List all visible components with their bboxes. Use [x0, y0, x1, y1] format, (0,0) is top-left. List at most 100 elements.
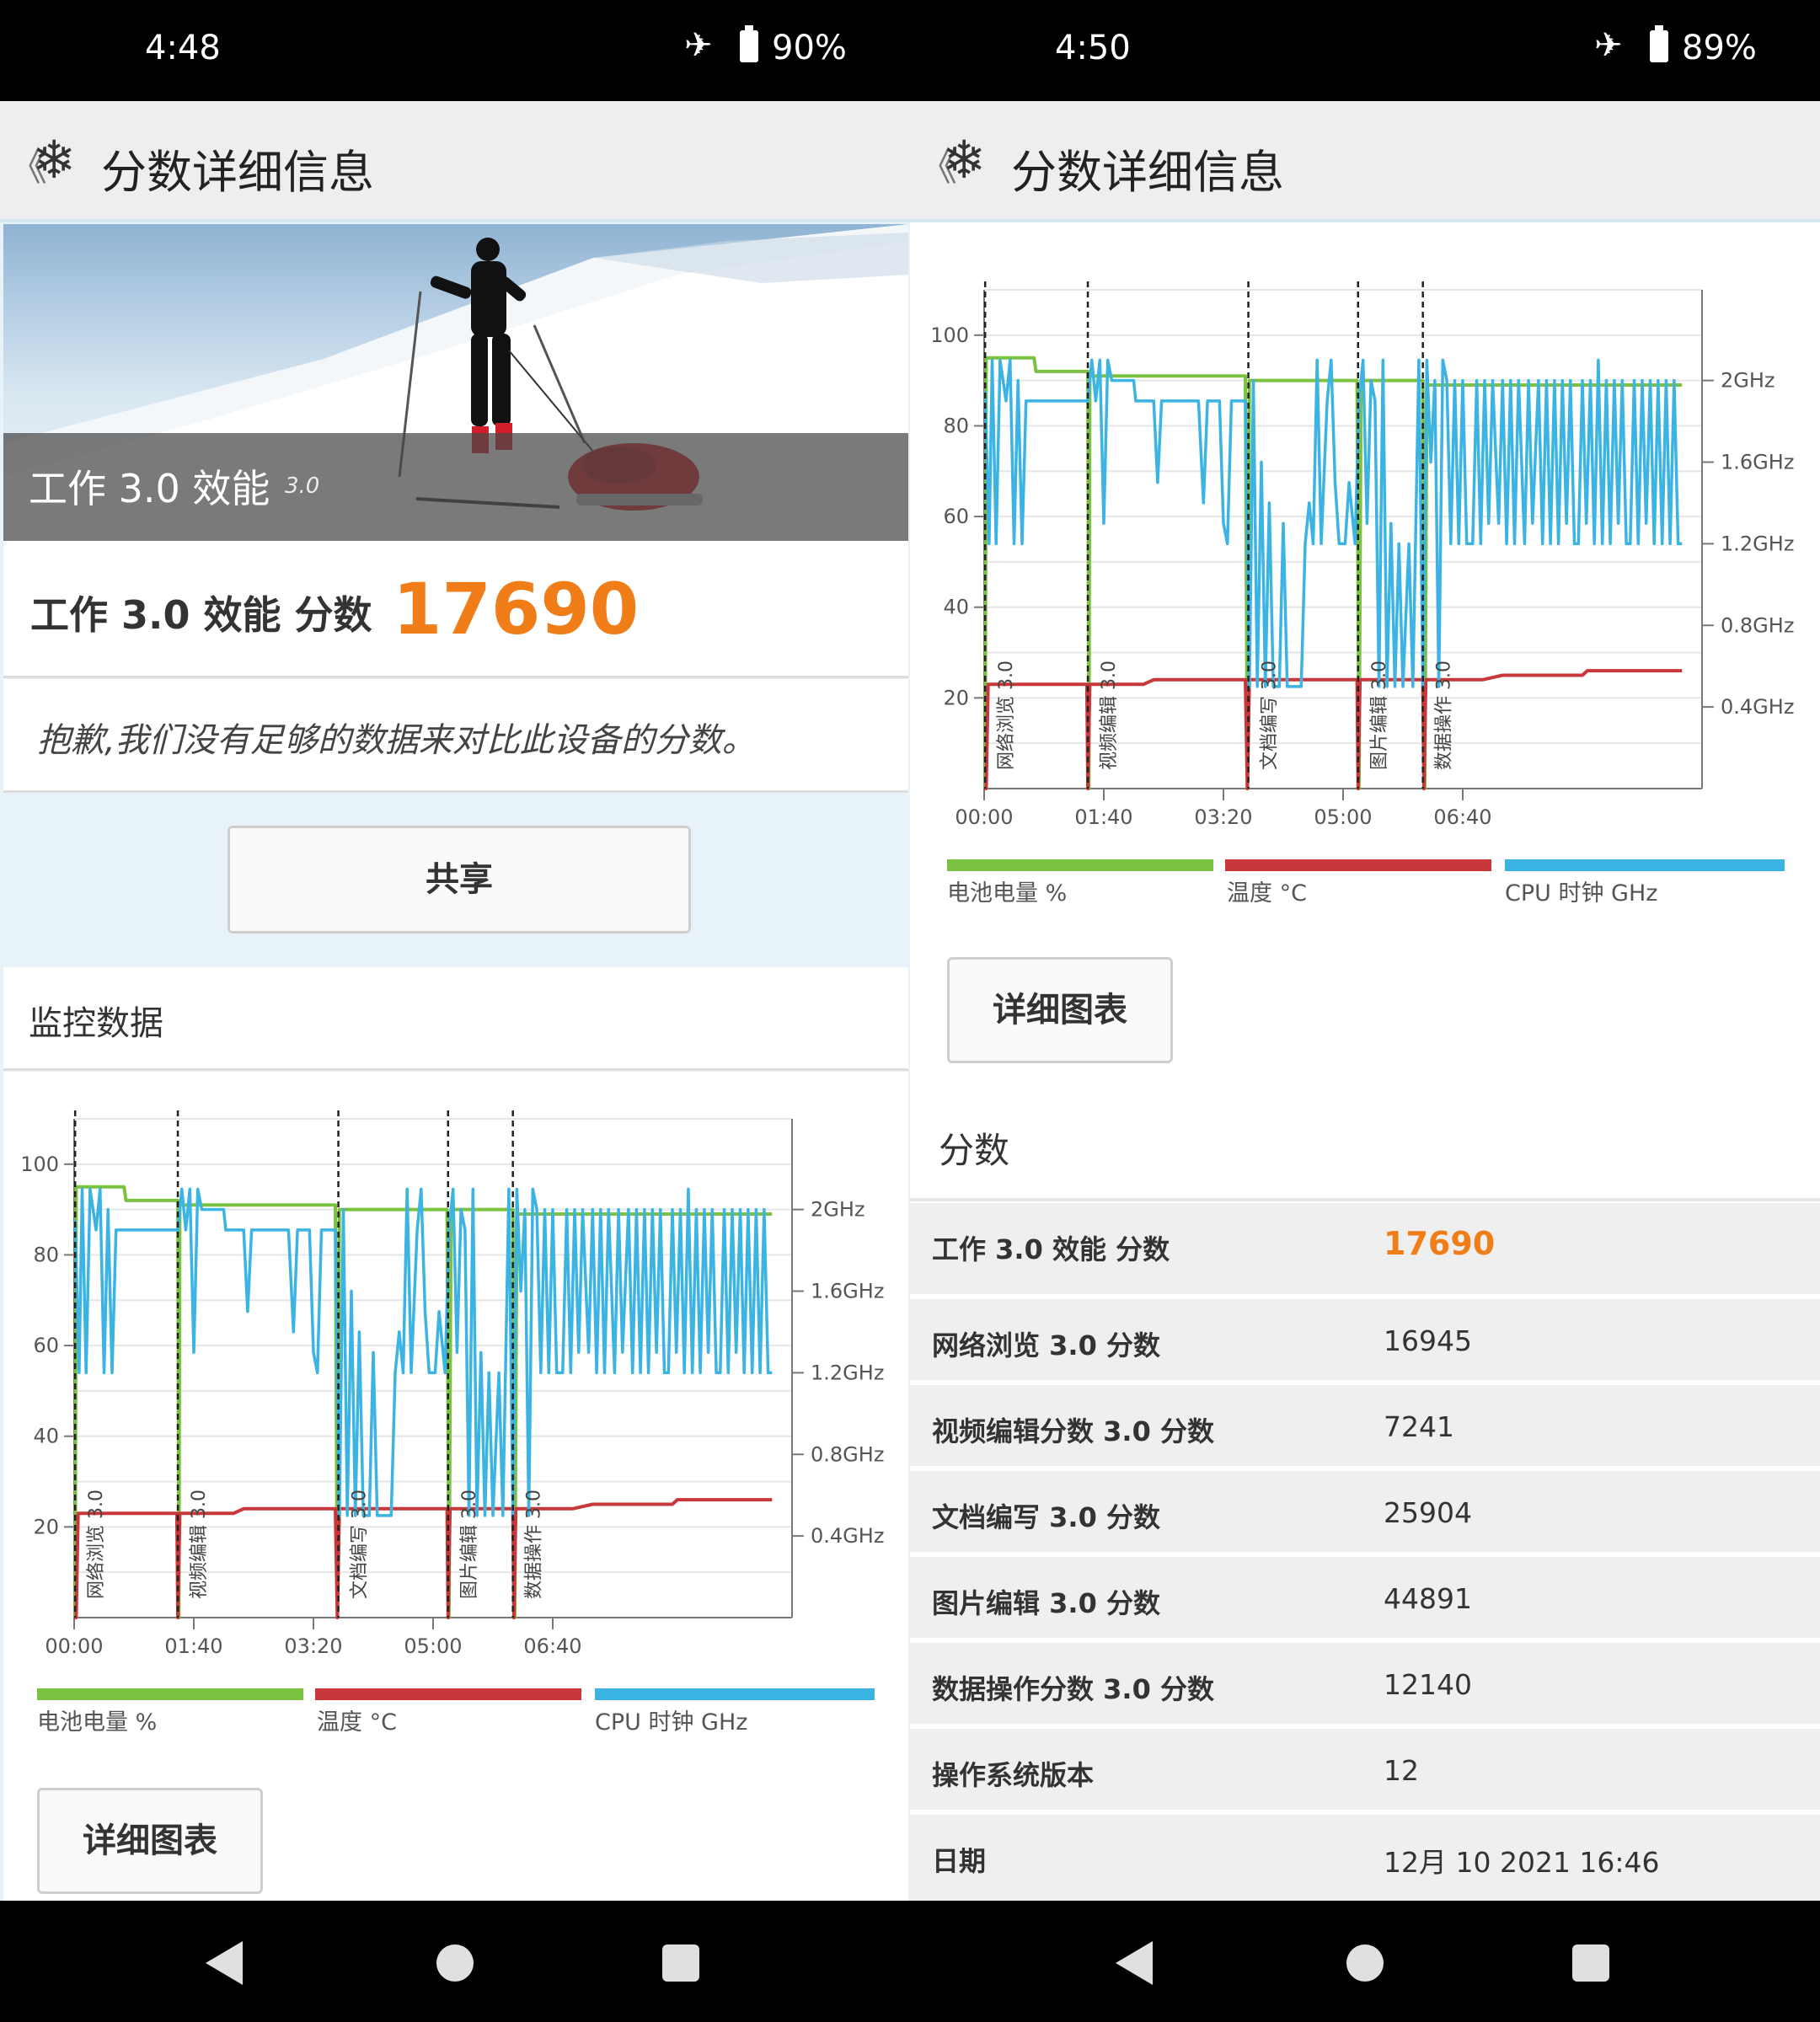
y2-tick-label: 0.8GHz [811, 1442, 884, 1466]
y-tick-label: 60 [943, 505, 969, 528]
navigation-bar [0, 1901, 910, 2022]
row-value: 7241 [1384, 1410, 1454, 1443]
legend-battery-swatch [947, 859, 1213, 871]
row-label: 网络浏览 3.0 分数 [932, 1329, 1160, 1361]
legend-battery-label: 电池电量 % [37, 1709, 158, 1736]
score-summary: 工作 3.0 效能 分数 17690 [3, 541, 908, 678]
right-screen: 4:50 ✈ 89% 《 ❄ 分数详细信息 100 80 60 40 20 2GHz 1.6… [910, 0, 1820, 2022]
row-label: 文档编写 3.0 分数 [932, 1501, 1160, 1533]
row-label: 数据操作分数 3.0 分数 [932, 1673, 1214, 1705]
x-tick-label: 05:00 [404, 1634, 462, 1658]
legend-temp-label: 温度 °C [317, 1709, 397, 1736]
x-tick-label: 01:40 [1074, 805, 1132, 829]
x-tick-label: 06:40 [1433, 805, 1491, 829]
row-label: 工作 3.0 效能 分数 [932, 1233, 1170, 1265]
row-label: 视频编辑分数 3.0 分数 [932, 1415, 1214, 1447]
score-row-web: 网络浏览 3.0 分数 16945 [910, 1299, 1820, 1380]
notice-text: 抱歉,我们没有足够的数据来对比此设备的分数。 [37, 721, 756, 760]
legend-cpu-swatch [595, 1688, 875, 1700]
row-label: 图片编辑 3.0 分数 [932, 1587, 1160, 1619]
snowflake-icon: ❄ [942, 129, 986, 190]
score-label: 工作 3.0 效能 分数 [30, 592, 372, 638]
status-time: 4:50 [1055, 29, 1131, 67]
details-chart-button[interactable]: 详细图表 [947, 957, 1173, 1063]
row-value: 25904 [1384, 1496, 1472, 1529]
y-tick-label: 80 [943, 414, 969, 437]
hero-banner: 工作 3.0 效能 3.0 [3, 224, 908, 541]
battery-icon [1650, 25, 1668, 62]
y2-tick-label: 2GHz [811, 1198, 865, 1222]
hero-title: 工作 3.0 效能 [29, 466, 270, 511]
legend-temp-swatch [315, 1688, 581, 1700]
row-value: 12月 10 2021 16:46 [1384, 1846, 1660, 1879]
test-marker-label: 视频编辑 3.0 [1099, 661, 1120, 770]
score-row-data: 数据操作分数 3.0 分数 12140 [910, 1643, 1820, 1724]
status-bar: 4:50 ✈ 89% [910, 0, 1820, 101]
monitor-header: 监控数据 [3, 967, 908, 1071]
legend-cpu-label: CPU 时钟 GHz [1505, 880, 1658, 907]
y2-tick-label: 1.6GHz [1721, 451, 1794, 474]
x-tick-label: 06:40 [523, 1634, 581, 1658]
test-marker-label: 视频编辑 3.0 [189, 1490, 210, 1599]
legend-temp-swatch [1225, 859, 1491, 871]
legend-temp-label: 温度 °C [1227, 880, 1307, 907]
row-value: 12140 [1384, 1668, 1472, 1701]
score-row-os: 操作系统版本 12 [910, 1729, 1820, 1810]
y-tick-label: 100 [930, 324, 969, 347]
x-tick-label: 00:00 [955, 805, 1013, 829]
snowflake-icon: ❄ [32, 129, 76, 190]
y-tick-label: 100 [20, 1153, 59, 1176]
score-value: 17690 [393, 568, 640, 650]
hero-version: 3.0 [285, 473, 320, 499]
airplane-icon: ✈ [684, 26, 713, 65]
y2-tick-label: 1.2GHz [811, 1361, 884, 1384]
row-value: 16945 [1384, 1324, 1472, 1357]
legend-cpu-swatch [1505, 859, 1785, 871]
x-tick-label: 03:20 [1194, 805, 1252, 829]
y-tick-label: 80 [33, 1243, 59, 1266]
legend-battery-swatch [37, 1688, 303, 1700]
y2-tick-label: 0.4GHz [811, 1524, 884, 1548]
y-tick-label: 20 [33, 1515, 59, 1538]
monitor-heading: 监控数据 [29, 1004, 163, 1043]
y-tick-label: 20 [943, 686, 969, 709]
y2-tick-label: 1.2GHz [1721, 532, 1794, 555]
x-tick-label: 03:20 [284, 1634, 342, 1658]
x-tick-label: 05:00 [1314, 805, 1372, 829]
score-row-video: 视频编辑分数 3.0 分数 7241 [910, 1385, 1820, 1466]
y-tick-label: 40 [943, 596, 969, 619]
navigation-bar [910, 1901, 1820, 2022]
row-value: 44891 [1384, 1582, 1472, 1615]
app-bar: 《 ❄ 分数详细信息 [0, 101, 910, 222]
battery-icon [740, 25, 758, 62]
row-value: 17690 [1384, 1225, 1496, 1262]
row-label: 日期 [932, 1845, 987, 1877]
test-marker-label: 数据操作 3.0 [1434, 661, 1455, 770]
x-tick-label: 01:40 [164, 1634, 222, 1658]
app-bar: 《 ❄ 分数详细信息 [910, 101, 1820, 222]
left-screen: 4:48 ✈ 90% 《 ❄ 分数详细信息 工作 3.0 效能 3.0 工作 3… [0, 0, 910, 2022]
nav-home-icon[interactable] [1346, 1944, 1384, 1982]
nav-back-icon[interactable] [206, 1941, 243, 1985]
status-time: 4:48 [145, 29, 221, 67]
nav-back-icon[interactable] [1116, 1941, 1153, 1985]
y2-tick-label: 1.6GHz [811, 1280, 884, 1303]
score-row-total: 工作 3.0 效能 分数 17690 [910, 1203, 1820, 1294]
row-label: 操作系统版本 [932, 1759, 1095, 1791]
nav-recents-icon[interactable] [1572, 1944, 1609, 1982]
score-row-date: 日期 12月 10 2021 16:46 [910, 1815, 1820, 1901]
test-marker-label: 网络浏览 3.0 [996, 661, 1017, 770]
test-marker-label: 文档编写 3.0 [1260, 661, 1281, 770]
scores-divider [910, 1198, 1820, 1201]
share-button[interactable]: 共享 [228, 826, 691, 933]
y-tick-label: 40 [33, 1425, 59, 1448]
nav-recents-icon[interactable] [662, 1944, 699, 1982]
x-tick-label: 00:00 [45, 1634, 103, 1658]
details-chart-button[interactable]: 详细图表 [37, 1788, 263, 1894]
nav-home-icon[interactable] [436, 1944, 474, 1982]
test-marker-label: 图片编辑 3.0 [459, 1490, 480, 1599]
y2-tick-label: 2GHz [1721, 369, 1775, 393]
test-marker-label: 图片编辑 3.0 [1369, 661, 1390, 770]
monitor-chart: 100 80 60 40 20 2GHz 1.6GHz 1.2GHz 0.8GHz 0.4GHz 0… [930, 281, 1794, 829]
test-marker-label: 文档编写 3.0 [350, 1490, 371, 1599]
